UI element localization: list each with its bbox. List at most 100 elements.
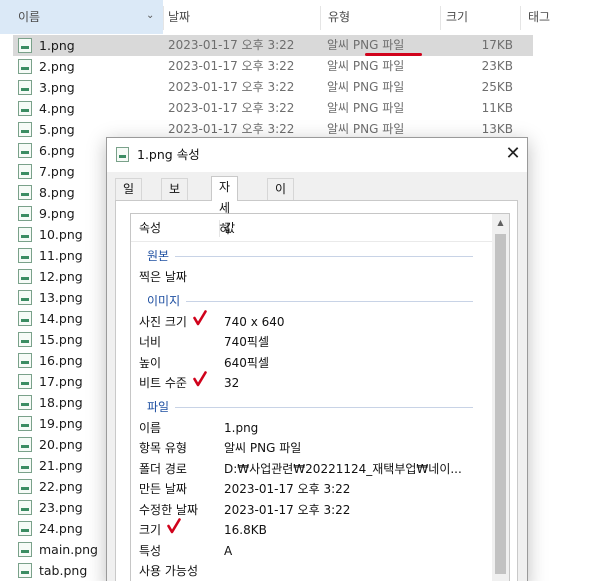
property-row[interactable]: 이름 1.png [131, 418, 493, 438]
file-name: 12.png [39, 269, 83, 284]
column-type[interactable]: 유형 [328, 0, 350, 34]
file-name: 16.png [39, 353, 83, 368]
property-row[interactable]: 사진 크기 740 x 640 [131, 309, 493, 332]
file-name: 4.png [39, 101, 75, 116]
png-file-icon [18, 269, 32, 284]
png-file-icon [18, 290, 32, 305]
group-divider [186, 300, 473, 302]
scrollbar-thumb[interactable] [495, 234, 506, 574]
details-panel: 속성 값 원본찍은 날짜이미지사진 크기 740 x 640 너비 740픽셀높이 64… [115, 200, 518, 581]
file-type: 알씨 PNG 파일 [327, 59, 405, 73]
property-row[interactable]: 비트 수준 32 [131, 371, 493, 393]
file-name: 19.png [39, 416, 83, 431]
file-name: 10.png [39, 227, 83, 242]
property-name: 이름 [139, 420, 162, 435]
file-size: 17KB [481, 38, 513, 52]
property-value: 2023-01-17 오후 3:22 [224, 482, 351, 496]
column-date[interactable]: 날짜 [168, 0, 190, 34]
file-name: 8.png [39, 185, 75, 200]
property-name: 크기 [139, 523, 162, 537]
png-file-icon [18, 101, 32, 116]
file-row[interactable]: 1.png 2023-01-17 오후 3:22 알씨 PNG 파일 17KB [13, 35, 533, 56]
property-row[interactable]: 항목 유형 알씨 PNG 파일 [131, 438, 493, 458]
property-row[interactable]: 특성 A [131, 541, 493, 561]
property-value: 32 [224, 376, 240, 390]
column-divider[interactable] [163, 6, 164, 30]
property-name: 특성 [139, 543, 162, 558]
red-check-mark-icon [193, 309, 207, 326]
property-row[interactable]: 폴더 경로 D:₩사업관련₩20221124_재택부업₩네이... [131, 459, 493, 479]
chevron-down-icon[interactable]: ⌄ [146, 0, 154, 34]
property-row[interactable]: 크기 16.8KB [131, 518, 493, 540]
file-type: 알씨 PNG 파일 [327, 101, 405, 115]
file-name: 9.png [39, 206, 75, 221]
tab-previous-versions[interactable]: 이전 버전 [267, 178, 295, 259]
file-name: tab.png [39, 563, 88, 578]
sort-ascending-icon: ^ [374, 0, 382, 5]
file-row[interactable]: 3.png 2023-01-17 오후 3:22 알씨 PNG 파일 25KB [13, 77, 533, 98]
property-row[interactable]: 수정한 날짜 2023-01-17 오후 3:22 [131, 500, 493, 520]
group-divider [175, 406, 473, 408]
column-tags-label: 태그 [528, 10, 551, 24]
column-divider[interactable] [320, 6, 321, 30]
property-name: 사용 가능성 [139, 564, 199, 578]
file-name: 18.png [39, 395, 83, 410]
property-value: 740픽셀 [224, 335, 269, 349]
column-divider[interactable] [440, 6, 441, 30]
property-value: D:₩사업관련₩20221124_재택부업₩네이... [224, 461, 462, 476]
png-file-icon [18, 143, 32, 158]
column-divider[interactable] [520, 6, 521, 30]
file-row[interactable]: 4.png 2023-01-17 오후 3:22 알씨 PNG 파일 11KB [13, 98, 533, 119]
png-file-icon [18, 500, 32, 515]
property-row[interactable]: 너비 740픽셀 [131, 332, 493, 352]
png-file-icon [18, 311, 32, 326]
png-file-icon [18, 563, 32, 578]
group-label: 파일 [147, 399, 170, 414]
properties-header: 속성 값 [131, 214, 493, 242]
file-type: 알씨 PNG 파일 [327, 80, 405, 94]
column-name[interactable]: 이름 [0, 0, 163, 34]
file-date: 2023-01-17 오후 3:22 [168, 80, 295, 94]
file-name: 15.png [39, 332, 83, 347]
property-name: 비트 수준 [139, 376, 187, 390]
png-file-icon [18, 521, 32, 536]
tab-security[interactable]: 보안 [161, 178, 189, 217]
tab-general[interactable]: 일반 [115, 178, 143, 217]
png-file-icon [18, 479, 32, 494]
property-row[interactable]: 찍은 날짜 [131, 267, 493, 287]
file-name: 7.png [39, 164, 75, 179]
column-tags[interactable]: 태그 [528, 0, 550, 34]
header-property[interactable]: 속성 [139, 214, 161, 242]
property-value: 740 x 640 [224, 314, 285, 329]
png-file-icon [18, 59, 32, 74]
property-row[interactable]: 사용 가능성 [131, 561, 493, 581]
file-name: 1.png [39, 38, 75, 53]
file-name: 24.png [39, 521, 83, 536]
property-value: 2023-01-17 오후 3:22 [224, 502, 351, 517]
property-name: 폴더 경로 [139, 461, 187, 476]
property-value: 16.8KB [224, 523, 267, 537]
property-name: 항목 유형 [139, 441, 187, 455]
file-name: 20.png [39, 437, 83, 452]
column-size[interactable]: 크기 [446, 0, 468, 34]
tab-details[interactable]: 자세히 [211, 176, 239, 236]
property-row[interactable]: 높이 640픽셀 [131, 353, 493, 373]
group-label: 원본 [147, 249, 170, 263]
png-file-icon [18, 164, 32, 179]
file-row[interactable]: 2.png 2023-01-17 오후 3:22 알씨 PNG 파일 23KB [13, 56, 533, 77]
properties-dialog: 1.png 속성 ✕ 일반 보안 자세히 이전 버전 속성 값 원본찍은 날짜이… [106, 137, 528, 581]
property-name: 만든 날짜 [139, 482, 187, 496]
close-button[interactable]: ✕ [499, 138, 527, 172]
png-file-icon [18, 332, 32, 347]
file-name: 13.png [39, 290, 83, 305]
scroll-up-icon[interactable]: ▲ [492, 214, 509, 231]
png-file-icon [18, 416, 32, 431]
file-name: main.png [39, 542, 98, 557]
vertical-scrollbar[interactable]: ▲ [492, 214, 509, 581]
file-name: 22.png [39, 479, 83, 494]
dialog-titlebar[interactable]: 1.png 속성 ✕ [107, 138, 527, 172]
file-name: 2.png [39, 59, 75, 74]
property-group: 파일 [131, 398, 493, 416]
png-file-icon [18, 458, 32, 473]
property-row[interactable]: 만든 날짜 2023-01-17 오후 3:22 [131, 479, 493, 499]
